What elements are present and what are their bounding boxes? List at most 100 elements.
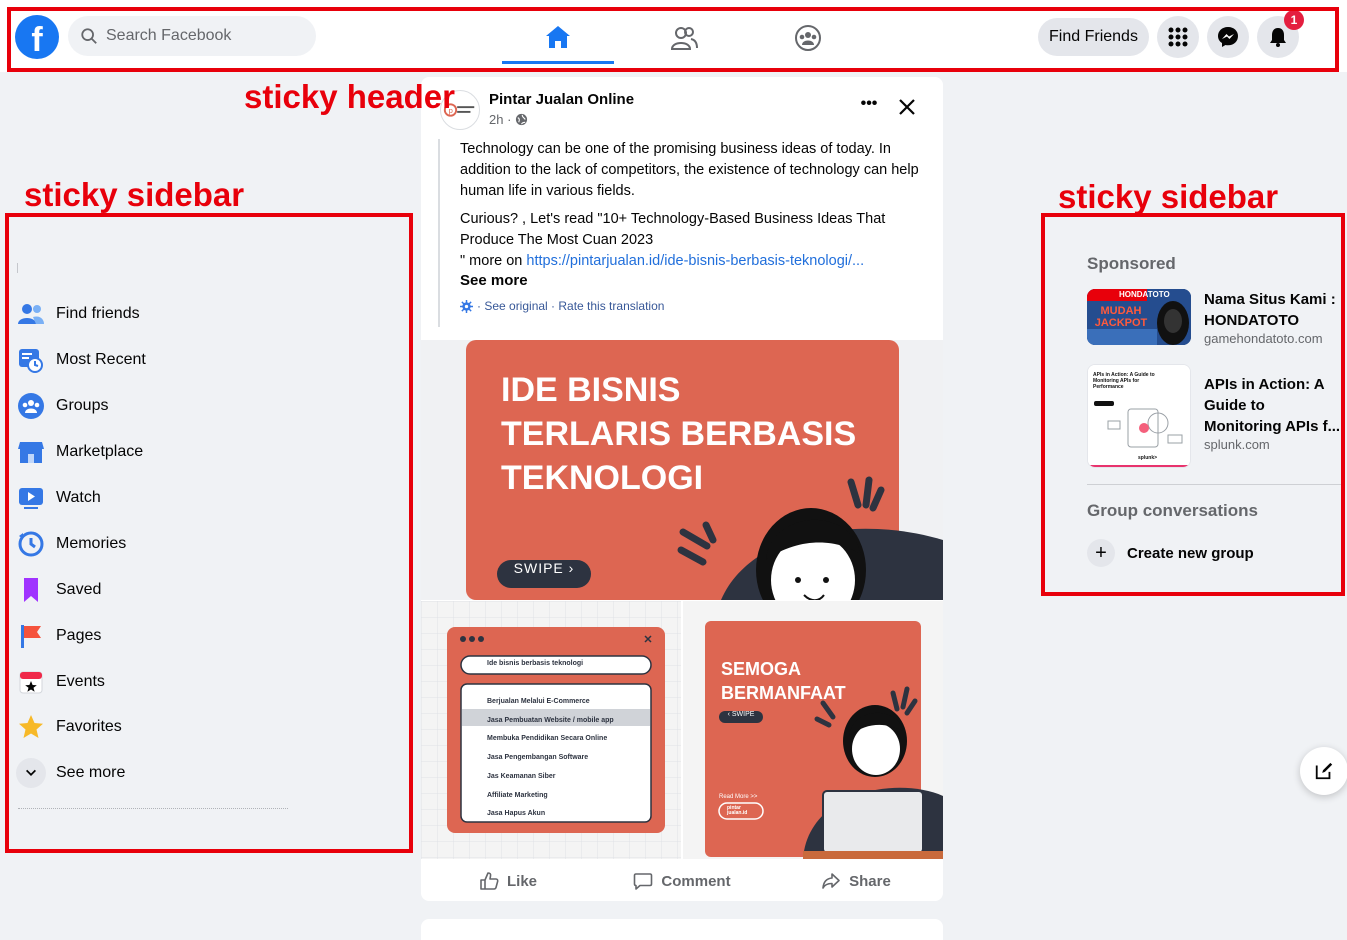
swipe-label: ‹ SWIPE (727, 711, 755, 718)
search-result: Membuka Pendidikan Secara Online (487, 735, 608, 743)
tab-home[interactable] (502, 12, 614, 64)
search-result: Jasa Hapus Akun (487, 810, 546, 818)
ad-title-block: APIs in Action: A Guide to Monitoring AP… (1204, 374, 1344, 452)
sidebar-item-events[interactable]: Events (16, 662, 396, 702)
close-icon[interactable] (895, 95, 919, 119)
sidebar-item-most-recent[interactable]: Most Recent (16, 340, 396, 380)
post-meta: 2h · (489, 112, 528, 127)
share-icon (822, 873, 840, 889)
sidebar-item-saved[interactable]: Saved (16, 570, 396, 610)
right-sidebar-annotation-label: sticky sidebar (1058, 178, 1279, 215)
friends-icon (18, 304, 44, 324)
search-query-text: Ide bisnis berbasis teknologi (487, 660, 584, 667)
messenger-icon (1218, 27, 1238, 47)
post-text-paragraph: Curious? , Let's read "10+ Technology-Ba… (460, 209, 928, 272)
ad-title: APIs in Action: A Guide to Monitoring AP… (1204, 376, 1341, 435)
create-new-group-label: Create new group (1127, 544, 1254, 562)
sidebar-footer-links (18, 808, 288, 812)
gear-icon (460, 299, 473, 313)
post-text-block: Technology can be one of the promising b… (438, 139, 928, 327)
search-result: Affiliate Marketing (487, 791, 548, 799)
sidebar-item-favorites[interactable]: Favorites (16, 707, 396, 747)
groups-icon (18, 393, 44, 419)
search-input[interactable] (106, 27, 286, 45)
sidebar-item-find-friends[interactable]: Find friends (16, 294, 396, 334)
sidebar-item-groups[interactable]: Groups (16, 386, 396, 426)
home-icon (546, 25, 570, 48)
sidebar-item-watch[interactable]: Watch (16, 478, 396, 518)
facebook-logo-icon[interactable]: f (15, 15, 59, 59)
image-title-line: TERLARIS BERBASIS (501, 415, 857, 453)
sidebar-item-label: Marketplace (56, 443, 144, 460)
see-original-link[interactable]: · See original · Rate this translation (477, 299, 664, 313)
most-recent-icon (19, 349, 43, 373)
share-label: Share (849, 872, 891, 890)
post-time[interactable]: 2h · (489, 112, 511, 127)
sidebar-item-label: Pages (56, 627, 102, 644)
post-text-paragraph: Technology can be one of the promising b… (460, 141, 919, 199)
search-box[interactable] (68, 16, 316, 56)
sidebar-item-label: Favorites (56, 718, 122, 735)
sidebar-item-memories[interactable]: Memories (16, 524, 396, 564)
image-title-line: TEKNOLOGI (501, 459, 704, 497)
sponsored-heading: Sponsored (1087, 254, 1176, 273)
sponsored-ad[interactable]: APIs in Action: A Guide to Monitoring AP… (1087, 364, 1344, 468)
create-new-group-button[interactable]: + Create new group (1087, 537, 1254, 569)
comment-icon (634, 873, 653, 890)
post-options-button[interactable]: ••• (853, 95, 885, 119)
like-icon (480, 872, 499, 890)
new-message-button[interactable] (1300, 747, 1347, 795)
tab-friends[interactable] (628, 12, 740, 64)
watch-icon (19, 488, 43, 509)
like-button[interactable]: Like (421, 861, 595, 901)
sidebar-item-see-more[interactable]: See more (16, 753, 396, 793)
pages-icon (21, 625, 41, 648)
events-icon (19, 671, 43, 694)
feed-post: p Pintar Jualan Online 2h · ••• Technolo… (421, 77, 943, 901)
post-author-name[interactable]: Pintar Jualan Online (489, 91, 634, 108)
messenger-button[interactable] (1207, 16, 1249, 58)
post-image-right[interactable]: SEMOGA BERMANFAAT ‹ SWIPE Read More >> p… (683, 601, 943, 859)
scroll-marker (17, 263, 18, 273)
ad-thumb-brand: splunk> (1138, 455, 1158, 461)
top-header: f Find Friends 1 (0, 0, 1347, 72)
post-image-main[interactable]: IDE BISNIS TERLARIS BERBASIS TEKNOLOGI S… (421, 340, 943, 600)
semoga-title: SEMOGA BERMANFAAT (721, 657, 846, 705)
sidebar-item-label: Most Recent (56, 351, 146, 368)
tab-groups[interactable] (752, 12, 864, 64)
groups-icon (795, 25, 821, 51)
friends-icon (670, 27, 698, 50)
sidebar-item-label: Watch (56, 489, 101, 506)
translation-row: · See original · Rate this translation (460, 299, 928, 313)
find-friends-button[interactable]: Find Friends (1038, 18, 1149, 56)
ad-thumb-top-text: HONDATOTO (1119, 290, 1170, 299)
swipe-label: SWIPE › (513, 560, 575, 576)
comment-button[interactable]: Comment (595, 861, 769, 901)
bell-icon (1270, 28, 1286, 47)
see-more-link[interactable]: See more (460, 272, 928, 289)
semoga-graphic (705, 621, 943, 859)
comment-label: Comment (661, 872, 731, 890)
sidebar-divider (1087, 484, 1343, 485)
menu-grid-icon (1168, 27, 1188, 47)
share-button[interactable]: Share (769, 861, 943, 901)
search-results-list: Berjualan Melalui E-Commerce Jasa Pembua… (487, 693, 614, 824)
sidebar-item-pages[interactable]: Pages (16, 616, 396, 656)
ad-thumb-text: APIs in Action: A Guide to Monitoring AP… (1093, 372, 1155, 390)
search-result: Berjualan Melalui E-Commerce (487, 698, 590, 705)
menu-button[interactable] (1157, 16, 1199, 58)
compose-icon (1315, 762, 1333, 780)
sidebar-item-label: Events (56, 673, 105, 690)
group-conversations-heading: Group conversations (1087, 501, 1258, 520)
marketplace-icon (18, 442, 44, 463)
post-image-left[interactable]: Ide bisnis berbasis teknologi Berjualan … (421, 601, 681, 859)
brand-label: pintar jualan.id (727, 805, 748, 816)
favorites-icon (19, 715, 43, 738)
search-result: Jas Keamanan Siber (487, 772, 556, 780)
feed-top-strip (421, 0, 943, 8)
post-text-line: Curious? , Let's read "10+ Technology-Ba… (460, 211, 886, 248)
search-result: Jasa Pengembangan Software (487, 754, 589, 762)
sidebar-item-marketplace[interactable]: Marketplace (16, 432, 396, 472)
ad-title: Nama Situs Kami : HONDATOTO (1204, 291, 1336, 329)
post-link[interactable]: https://pintarjualan.id/ide-bisnis-berba… (526, 253, 864, 269)
